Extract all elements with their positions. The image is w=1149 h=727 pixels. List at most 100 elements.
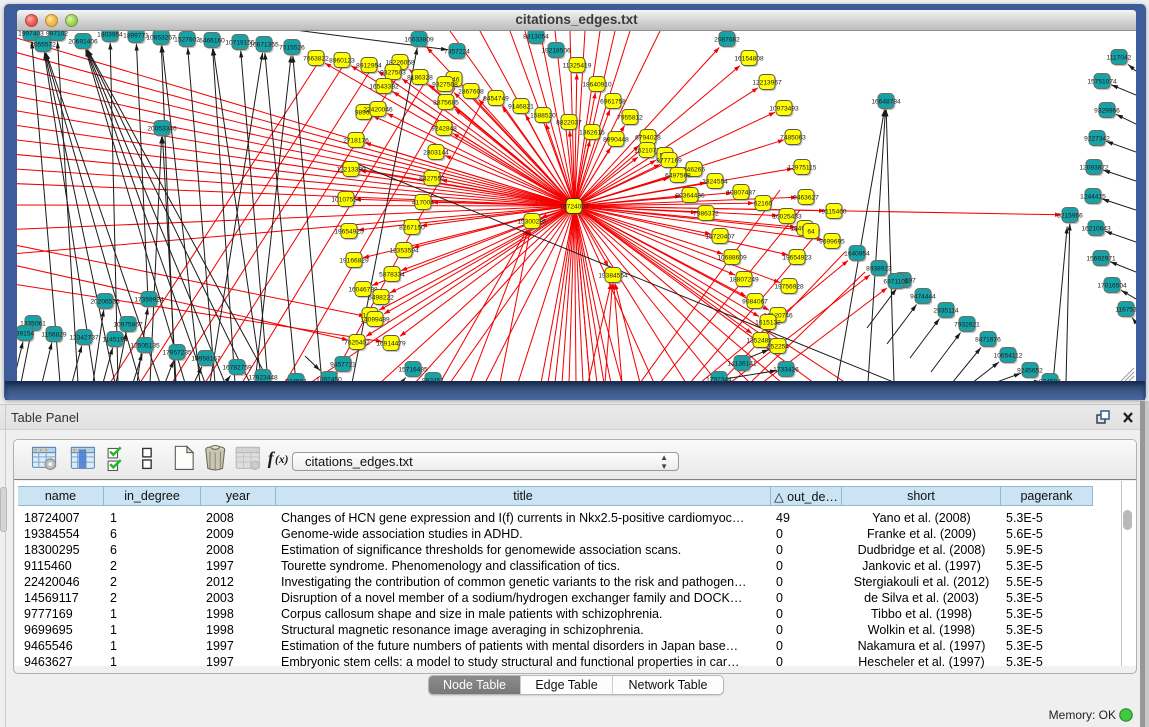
svg-text:9327508: 9327508 bbox=[432, 81, 458, 88]
svg-text:9115460: 9115460 bbox=[821, 208, 847, 215]
svg-text:8267150: 8267150 bbox=[399, 224, 425, 231]
svg-text:16543382: 16543382 bbox=[369, 83, 399, 90]
svg-text:12342737: 12342737 bbox=[69, 334, 99, 341]
svg-text:982451: 982451 bbox=[422, 377, 444, 381]
svg-text:7986372: 7986372 bbox=[693, 210, 719, 217]
svg-text:16210643: 16210643 bbox=[1081, 225, 1111, 232]
svg-text:1588520: 1588520 bbox=[530, 112, 556, 119]
svg-text:3824554: 3824554 bbox=[702, 178, 728, 185]
svg-text:7625402: 7625402 bbox=[344, 339, 370, 346]
svg-text:9245652: 9245652 bbox=[1017, 367, 1043, 374]
svg-text:6794028: 6794028 bbox=[635, 134, 661, 141]
svg-text:10653267: 10653267 bbox=[146, 34, 176, 41]
svg-text:1362615: 1362615 bbox=[579, 129, 605, 136]
svg-text:9084067: 9084067 bbox=[742, 298, 768, 305]
svg-text:5498222: 5498222 bbox=[368, 294, 394, 301]
svg-text:11325419: 11325419 bbox=[563, 62, 592, 69]
svg-text:9474444: 9474444 bbox=[910, 293, 936, 300]
svg-text:12213389: 12213389 bbox=[336, 166, 366, 173]
svg-text:1621072: 1621072 bbox=[634, 147, 660, 154]
svg-text:62160: 62160 bbox=[754, 200, 773, 207]
svg-text:12353594: 12353594 bbox=[389, 247, 419, 254]
svg-text:2803144: 2803144 bbox=[423, 149, 449, 156]
svg-text:18724007: 18724007 bbox=[559, 203, 589, 210]
svg-text:15720407: 15720407 bbox=[705, 233, 735, 240]
svg-text:10975867: 10975867 bbox=[113, 321, 143, 328]
svg-text:20364436: 20364436 bbox=[675, 192, 705, 199]
svg-text:18640910: 18640910 bbox=[582, 81, 612, 88]
svg-text:15751074: 15751074 bbox=[1087, 78, 1117, 85]
svg-text:12505135: 12505135 bbox=[130, 342, 160, 349]
svg-text:1145194: 1145194 bbox=[102, 336, 128, 343]
svg-text:1792344: 1792344 bbox=[706, 376, 732, 381]
svg-text:2087682: 2087682 bbox=[714, 36, 740, 43]
svg-text:64: 64 bbox=[807, 228, 815, 235]
svg-text:2867608: 2867608 bbox=[458, 88, 484, 95]
svg-text:10107554: 10107554 bbox=[331, 196, 361, 203]
svg-text:1527602: 1527602 bbox=[174, 36, 200, 43]
svg-text:8912954: 8912954 bbox=[356, 62, 382, 69]
svg-text:417004: 417004 bbox=[412, 199, 434, 206]
svg-text:8186328: 8186328 bbox=[407, 74, 433, 81]
svg-text:17359924: 17359924 bbox=[134, 296, 164, 303]
svg-text:8822037: 8822037 bbox=[556, 119, 582, 126]
svg-text:1244415: 1244415 bbox=[1080, 193, 1106, 200]
svg-text:15716485: 15716485 bbox=[398, 366, 428, 373]
svg-text:15300295: 15300295 bbox=[517, 218, 547, 225]
svg-text:1615132: 1615132 bbox=[755, 319, 781, 326]
svg-text:1803954: 1803954 bbox=[97, 31, 123, 38]
svg-text:8215956: 8215956 bbox=[1057, 212, 1083, 219]
svg-text:924501: 924501 bbox=[285, 378, 307, 381]
svg-text:252254: 252254 bbox=[767, 343, 789, 350]
svg-text:8990448: 8990448 bbox=[603, 136, 629, 143]
svg-text:5878334: 5878334 bbox=[379, 271, 405, 278]
svg-text:12093872: 12093872 bbox=[1079, 164, 1109, 171]
svg-text:1092450: 1092450 bbox=[316, 376, 342, 381]
svg-text:12213967: 12213967 bbox=[752, 79, 782, 86]
svg-text:17957235: 17957235 bbox=[162, 349, 192, 356]
svg-text:16648784: 16648784 bbox=[871, 98, 901, 105]
svg-text:9227342: 9227342 bbox=[1084, 135, 1110, 142]
svg-text:17923448: 17923448 bbox=[248, 374, 278, 381]
svg-text:4055572: 4055572 bbox=[30, 41, 56, 48]
svg-text:7663822: 7663822 bbox=[303, 55, 329, 62]
svg-text:16154808: 16154808 bbox=[734, 55, 764, 62]
svg-text:8471676: 8471676 bbox=[975, 336, 1001, 343]
svg-text:116753: 116753 bbox=[1115, 306, 1136, 313]
svg-text:22420046: 22420046 bbox=[363, 106, 393, 113]
svg-text:19654925: 19654925 bbox=[334, 228, 364, 235]
svg-text:16033809: 16033809 bbox=[404, 36, 434, 43]
svg-text:6466160: 6466160 bbox=[199, 37, 225, 44]
svg-text:19384554: 19384554 bbox=[598, 272, 628, 279]
svg-text:8427552: 8427552 bbox=[419, 175, 445, 182]
svg-text:9242848: 9242848 bbox=[431, 125, 457, 132]
svg-text:15692971: 15692971 bbox=[1086, 255, 1116, 262]
svg-text:19218506: 19218506 bbox=[541, 47, 571, 54]
svg-text:8960123: 8960123 bbox=[329, 57, 355, 64]
svg-text:19756928: 19756928 bbox=[774, 283, 804, 290]
svg-text:9327503: 9327503 bbox=[380, 69, 406, 76]
svg-text:7485063: 7485063 bbox=[780, 134, 806, 141]
svg-text:9146821: 9146821 bbox=[508, 103, 534, 110]
svg-text:6497568: 6497568 bbox=[665, 172, 691, 179]
svg-text:20206536: 20206536 bbox=[90, 298, 120, 305]
svg-text:997102: 997102 bbox=[46, 31, 68, 37]
svg-text:7955812: 7955812 bbox=[617, 114, 643, 121]
svg-text:10807487: 10807487 bbox=[726, 189, 756, 196]
svg-text:9329966: 9329966 bbox=[1094, 107, 1120, 114]
svg-text:7515526: 7515526 bbox=[279, 44, 305, 51]
svg-text:9463627: 9463627 bbox=[793, 194, 819, 201]
svg-text:924504: 924504 bbox=[1039, 378, 1061, 381]
svg-text:10654112: 10654112 bbox=[994, 352, 1023, 359]
svg-text:20691406: 20691406 bbox=[68, 38, 98, 45]
svg-text:1640954: 1640954 bbox=[844, 250, 870, 257]
svg-text:18807249: 18807249 bbox=[729, 276, 759, 283]
svg-text:14099489: 14099489 bbox=[360, 316, 390, 323]
svg-text:9457721: 9457721 bbox=[330, 361, 356, 368]
svg-text:7932621: 7932621 bbox=[954, 321, 980, 328]
svg-text:(x): (x) bbox=[275, 454, 289, 466]
svg-text:2935114: 2935114 bbox=[933, 307, 959, 314]
svg-text:12975115: 12975115 bbox=[788, 164, 817, 171]
svg-text:17016504: 17016504 bbox=[1097, 282, 1127, 289]
svg-text:7357224: 7357224 bbox=[444, 48, 470, 55]
